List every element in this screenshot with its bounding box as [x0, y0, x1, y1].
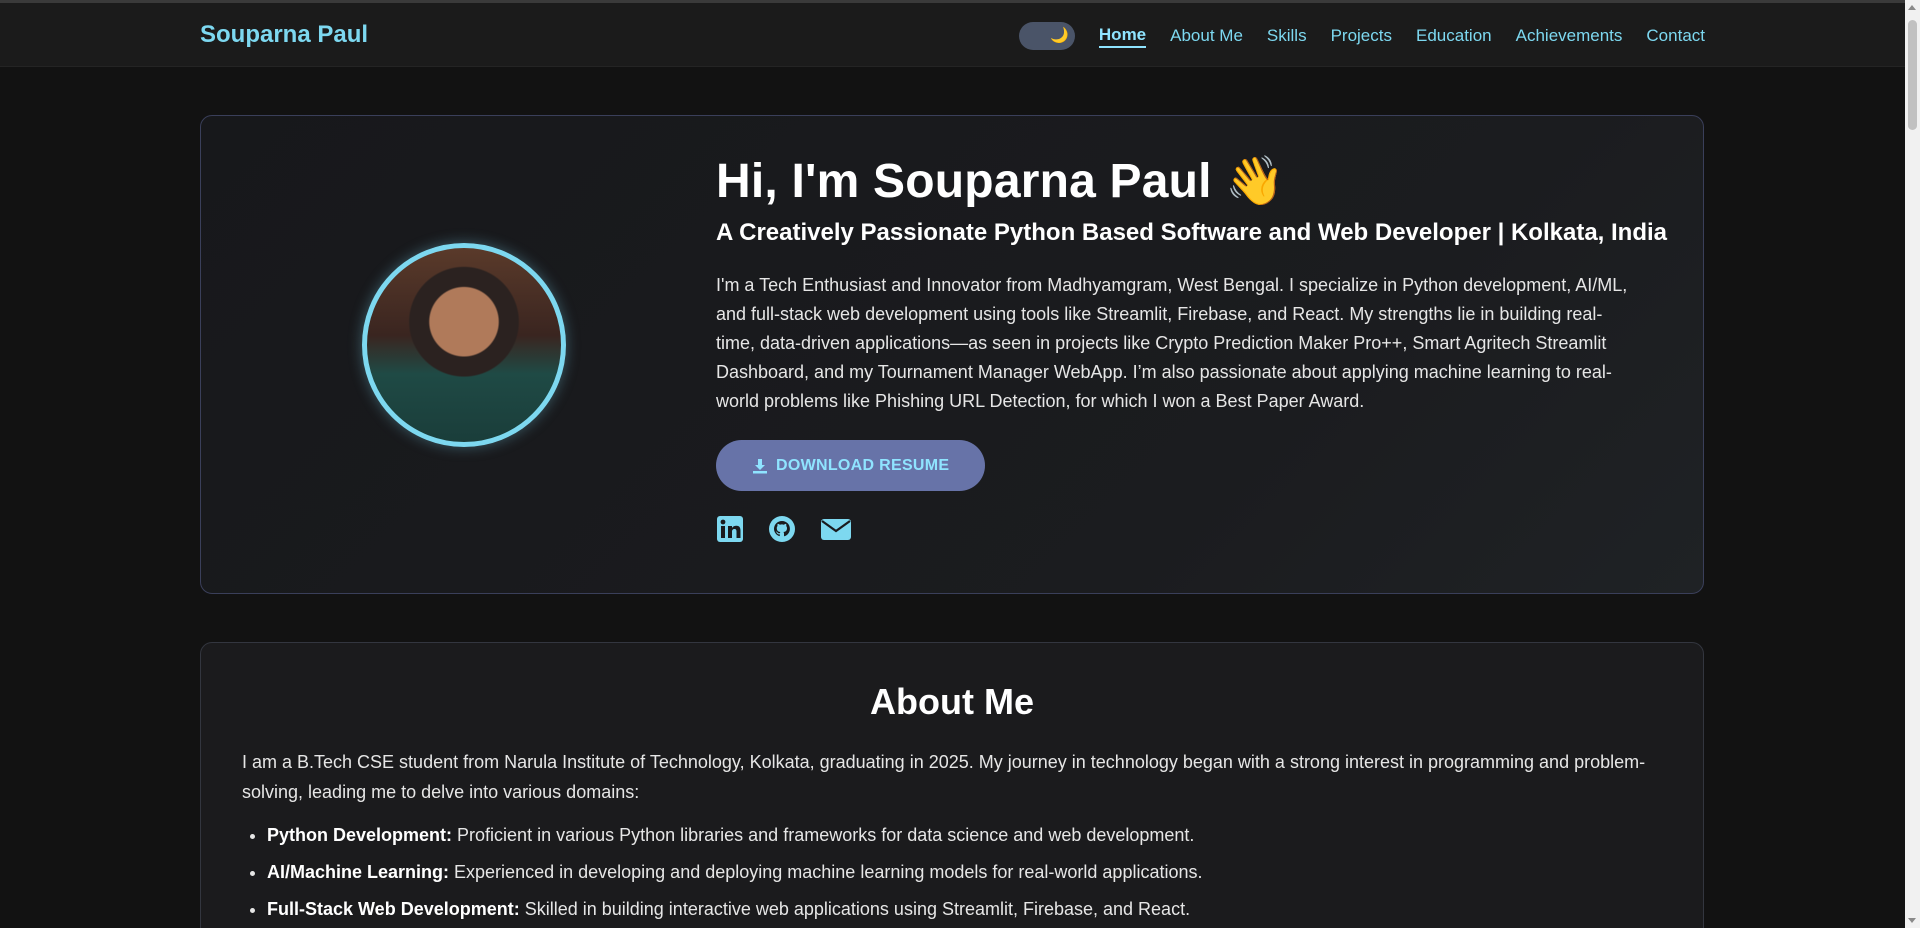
nav-links: 🌙 Home About Me Skills Projects Educatio…	[1018, 22, 1705, 50]
list-item-term: Python Development:	[267, 825, 453, 845]
scroll-down-arrow[interactable]	[1908, 918, 1916, 923]
hero-content: Hi, I'm Souparna Paul 👋 A Creatively Pas…	[716, 152, 1686, 543]
list-item-term: Full-Stack Web Development:	[267, 899, 520, 919]
nav-achievements[interactable]: Achievements	[1516, 26, 1623, 46]
navbar: Souparna Paul 🌙 Home About Me Skills Pro…	[0, 3, 1905, 67]
hero-description: I'm a Tech Enthusiast and Innovator from…	[716, 275, 1628, 411]
nav-home[interactable]: Home	[1098, 25, 1147, 48]
about-title: About Me	[870, 681, 1034, 722]
list-item: AI/Machine Learning: Experienced in deve…	[267, 860, 1667, 884]
list-item-text: Proficient in various Python libraries a…	[452, 825, 1195, 845]
list-item-text: Skilled in building interactive web appl…	[519, 899, 1191, 919]
moon-icon: 🌙	[1050, 27, 1069, 44]
hero-title: Hi, I'm Souparna Paul 👋	[716, 155, 1286, 208]
nav-projects[interactable]: Projects	[1331, 26, 1392, 46]
about-intro: I am a B.Tech CSE student from Narula In…	[242, 752, 1646, 802]
nav-education[interactable]: Education	[1416, 26, 1492, 46]
page-scrollbar[interactable]	[1905, 0, 1920, 928]
social-links	[716, 515, 1686, 543]
download-resume-label: DOWNLOAD RESUME	[776, 456, 950, 474]
scroll-up-arrow[interactable]	[1908, 5, 1916, 10]
download-resume-button[interactable]: DOWNLOAD RESUME	[716, 440, 986, 491]
list-item-text: Experienced in developing and deploying …	[449, 862, 1203, 882]
hero-card: Hi, I'm Souparna Paul 👋 A Creatively Pas…	[200, 115, 1704, 594]
email-icon[interactable]	[820, 515, 852, 543]
hero-subtitle: A Creatively Passionate Python Based Sof…	[716, 219, 1667, 246]
profile-photo	[362, 243, 566, 447]
about-section: About Me I am a B.Tech CSE student from …	[200, 642, 1704, 928]
list-item: Python Development: Proficient in variou…	[267, 823, 1667, 847]
linkedin-icon[interactable]	[716, 515, 744, 543]
list-item: Full-Stack Web Development: Skilled in b…	[267, 897, 1667, 921]
nav-about[interactable]: About Me	[1170, 26, 1243, 46]
download-icon	[753, 458, 767, 473]
nav-contact[interactable]: Contact	[1646, 26, 1705, 46]
list-item-term: AI/Machine Learning:	[267, 862, 450, 882]
theme-toggle[interactable]: 🌙	[1018, 22, 1075, 50]
github-icon[interactable]	[768, 515, 796, 543]
scrollbar-thumb[interactable]	[1908, 20, 1917, 130]
about-list: Python Development: Proficient in variou…	[267, 823, 1667, 928]
nav-skills[interactable]: Skills	[1267, 26, 1307, 46]
brand-logo[interactable]: Souparna Paul	[200, 21, 368, 49]
